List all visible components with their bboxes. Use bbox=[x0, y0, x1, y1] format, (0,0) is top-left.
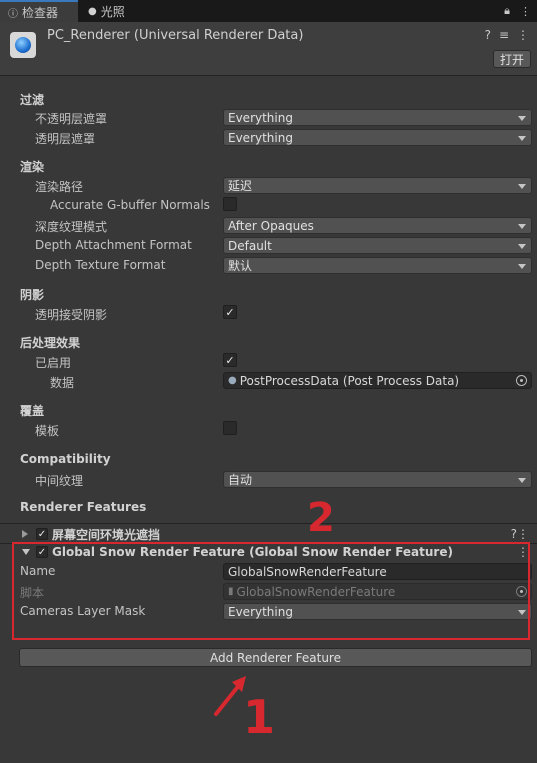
annotation-highlight-box bbox=[12, 542, 530, 640]
transparent-mask-value: Everything bbox=[228, 130, 293, 145]
section-post-processing: 后处理效果 bbox=[20, 336, 81, 350]
depth-attachment-format-label: Depth Attachment Format bbox=[35, 238, 192, 252]
post-enabled-checkbox[interactable]: ✓ bbox=[223, 353, 237, 367]
chevron-right-icon[interactable] bbox=[22, 530, 28, 538]
lock-icon[interactable]: 🔒︎ bbox=[504, 4, 510, 18]
tab-inspector-label: 检查器 bbox=[22, 5, 59, 20]
opaque-mask-label: 不透明层遮罩 bbox=[35, 112, 108, 126]
transparent-mask-dropdown[interactable]: Everything bbox=[223, 129, 532, 146]
depth-texture-format-dropdown[interactable]: 默认 bbox=[223, 257, 532, 274]
transparent-mask-label: 透明层遮罩 bbox=[35, 132, 96, 146]
lightbulb-icon: ● bbox=[88, 5, 97, 17]
tab-lighting[interactable]: ● 光照 bbox=[80, 0, 133, 22]
opaque-mask-dropdown[interactable]: Everything bbox=[223, 109, 532, 126]
transparent-receive-shadows-checkbox[interactable]: ✓ bbox=[223, 305, 237, 319]
open-button[interactable]: 打开 bbox=[493, 50, 531, 68]
tab-inspector[interactable]: ⓘ 检查器 bbox=[0, 0, 78, 22]
chevron-down-icon bbox=[518, 244, 526, 249]
asset-title: PC_Renderer (Universal Renderer Data) bbox=[47, 28, 304, 43]
depth-attachment-format-dropdown[interactable]: Default bbox=[223, 237, 532, 254]
chevron-down-icon bbox=[518, 136, 526, 141]
post-data-object-field[interactable]: ● PostProcessData (Post Process Data) bbox=[223, 372, 532, 389]
intermediate-texture-label: 中间纹理 bbox=[35, 474, 84, 488]
depth-attachment-format-value: Default bbox=[228, 238, 272, 253]
chevron-down-icon bbox=[518, 224, 526, 229]
transparent-receive-shadows-label: 透明接受阴影 bbox=[35, 308, 108, 322]
preset-icon[interactable]: ≡ bbox=[499, 28, 509, 42]
chevron-down-icon bbox=[518, 184, 526, 189]
stencil-checkbox[interactable] bbox=[223, 421, 237, 435]
render-path-dropdown[interactable]: 延迟 bbox=[223, 177, 532, 194]
inspector-header: PC_Renderer (Universal Renderer Data) ? … bbox=[0, 22, 537, 76]
renderer-asset-icon bbox=[10, 32, 36, 58]
section-compatibility: Compatibility bbox=[20, 452, 111, 466]
section-renderer-features: Renderer Features bbox=[20, 500, 147, 514]
kebab-menu-icon[interactable]: ⋮ bbox=[517, 28, 529, 42]
object-picker-icon[interactable] bbox=[516, 375, 527, 386]
depth-texture-mode-label: 深度纹理模式 bbox=[35, 220, 108, 234]
chevron-down-icon bbox=[518, 116, 526, 121]
section-rendering: 渲染 bbox=[20, 160, 45, 174]
ssao-enabled-checkbox[interactable]: ✓ bbox=[36, 528, 48, 540]
depth-texture-mode-dropdown[interactable]: After Opaques bbox=[223, 217, 532, 234]
stencil-label: 模板 bbox=[35, 424, 60, 438]
info-icon: ⓘ bbox=[8, 8, 18, 20]
kebab-menu-icon[interactable]: ⋮ bbox=[517, 527, 529, 541]
chevron-down-icon bbox=[518, 264, 526, 269]
section-shadows: 阴影 bbox=[20, 288, 45, 302]
depth-texture-mode-value: After Opaques bbox=[228, 218, 314, 233]
kebab-menu-icon[interactable]: ⋮ bbox=[520, 5, 531, 18]
section-filtering: 过滤 bbox=[20, 93, 45, 107]
asset-icon: ● bbox=[228, 375, 237, 386]
post-data-value: PostProcessData (Post Process Data) bbox=[239, 373, 460, 388]
add-renderer-feature-button[interactable]: Add Renderer Feature bbox=[19, 648, 532, 667]
section-overrides: 覆盖 bbox=[20, 404, 45, 418]
render-path-value: 延迟 bbox=[228, 179, 253, 193]
checkmark-icon: ✓ bbox=[225, 305, 235, 319]
render-path-label: 渲染路径 bbox=[35, 180, 84, 194]
post-enabled-label: 已启用 bbox=[35, 356, 72, 370]
tab-lighting-label: 光照 bbox=[100, 4, 125, 19]
accurate-normals-label: Accurate G-buffer Normals bbox=[50, 198, 210, 212]
chevron-down-icon bbox=[518, 478, 526, 483]
post-data-label: 数据 bbox=[50, 376, 75, 390]
intermediate-texture-dropdown[interactable]: 自动 bbox=[223, 471, 532, 488]
opaque-mask-value: Everything bbox=[228, 110, 293, 125]
feature-ssao-header[interactable]: ✓ 屏幕空间环境光遮挡 ? ⋮ bbox=[0, 524, 537, 544]
annotation-number-2: 2 bbox=[307, 495, 335, 541]
depth-texture-format-label: Depth Texture Format bbox=[35, 258, 166, 272]
tab-bar: ⓘ 检查器 ● 光照 🔒︎ ⋮ bbox=[0, 0, 537, 22]
checkmark-icon: ✓ bbox=[225, 353, 235, 367]
ssao-title: 屏幕空间环境光遮挡 bbox=[52, 527, 161, 542]
help-icon[interactable]: ? bbox=[485, 28, 491, 42]
intermediate-texture-value: 自动 bbox=[228, 473, 253, 487]
annotation-arrow bbox=[214, 676, 246, 716]
depth-texture-format-value: 默认 bbox=[228, 259, 253, 273]
accurate-normals-checkbox[interactable] bbox=[223, 197, 237, 211]
